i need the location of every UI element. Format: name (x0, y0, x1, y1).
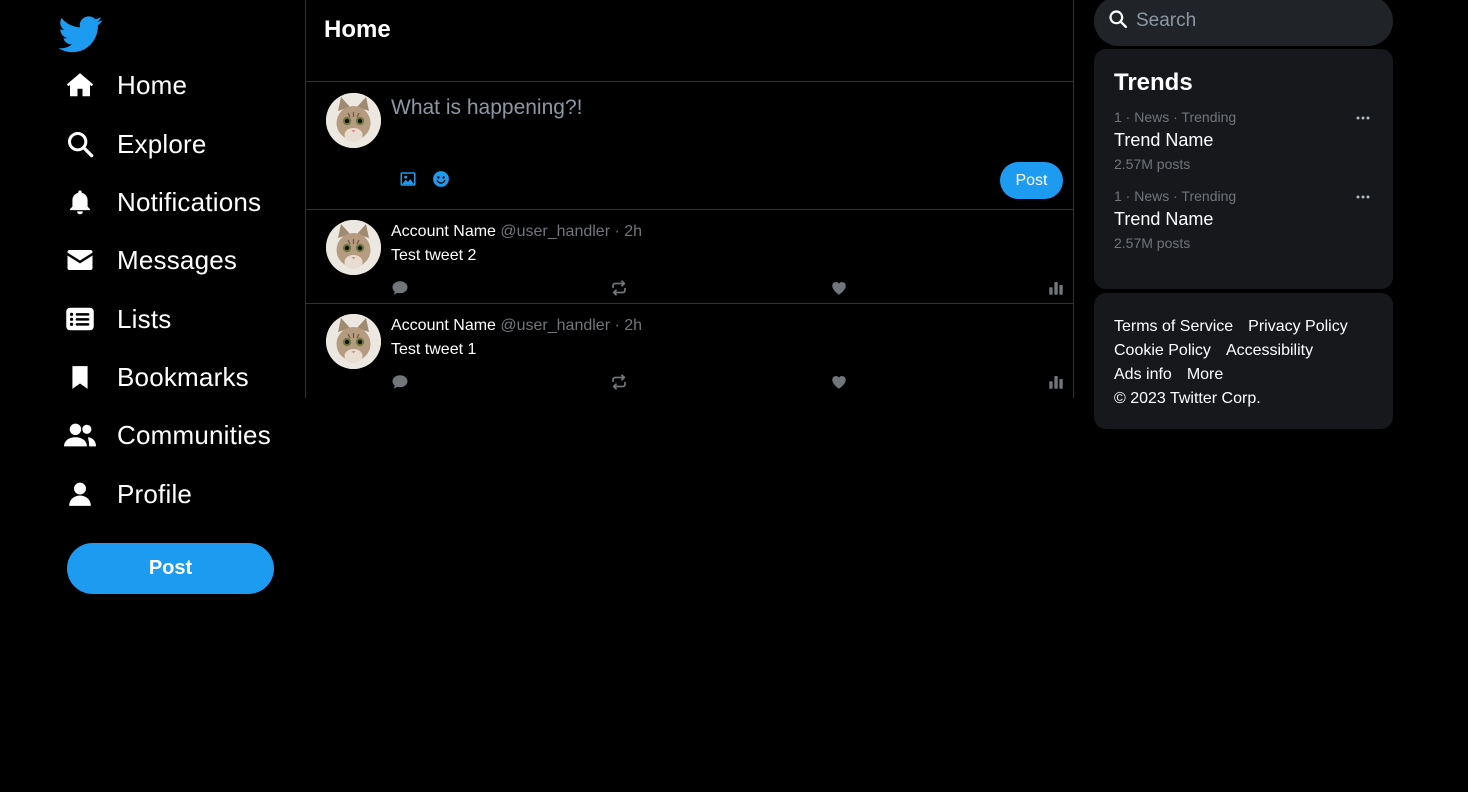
nav-label: Lists (117, 303, 172, 334)
trends-title: Trends (1114, 69, 1193, 96)
main-timeline: Home What is happening?! Post Account Na… (305, 0, 1074, 398)
compose-post-button[interactable]: Post (1000, 162, 1063, 199)
tweet-time[interactable]: 2h (624, 223, 642, 240)
app-root: Home Explore Notifications Messages List… (0, 0, 1468, 792)
tweet-time[interactable]: 2h (624, 317, 642, 334)
nav-label: Notifications (117, 186, 262, 217)
tweet-text: Test tweet 1 (391, 341, 477, 358)
avatar[interactable] (326, 220, 381, 275)
views-icon[interactable] (1047, 373, 1065, 391)
trend-item[interactable]: 1 · News · Trending Trend Name 2.57M pos… (1114, 109, 1373, 188)
search-input[interactable] (1136, 10, 1366, 32)
search-icon (1108, 9, 1128, 34)
terms-link[interactable]: Terms of Service (1114, 315, 1233, 339)
trend-item[interactable]: 1 · News · Trending Trend Name 2.57M pos… (1114, 188, 1373, 267)
home-icon (64, 69, 96, 101)
privacy-link[interactable]: Privacy Policy (1248, 315, 1348, 339)
timeline-header: Home (306, 0, 1073, 82)
account-handle[interactable]: @user_handler (500, 317, 610, 334)
avatar[interactable] (326, 93, 381, 148)
tweet-composer: Post (306, 82, 1073, 210)
nav-item-explore[interactable]: Explore (64, 122, 207, 166)
trend-meta: 1 · News · Trending (1114, 188, 1237, 204)
like-icon[interactable] (830, 279, 848, 297)
nav-item-messages[interactable]: Messages (64, 238, 237, 282)
nav-label: Bookmarks (117, 361, 249, 392)
list-icon (64, 303, 96, 335)
retweet-icon[interactable] (610, 373, 628, 391)
image-icon[interactable] (399, 170, 419, 190)
nav-label: Home (117, 69, 188, 100)
more-options-icon[interactable] (1353, 107, 1373, 123)
reply-icon[interactable] (391, 279, 409, 297)
separator: · (614, 223, 620, 240)
bookmark-icon (64, 361, 96, 393)
retweet-icon[interactable] (610, 279, 628, 297)
compose-input[interactable] (391, 96, 991, 120)
views-icon[interactable] (1047, 279, 1065, 297)
trend-name: Trend Name (1114, 130, 1214, 150)
reply-icon[interactable] (391, 373, 409, 391)
bell-icon (64, 186, 96, 218)
cat-avatar-icon (326, 220, 381, 275)
cookie-link[interactable]: Cookie Policy (1114, 339, 1211, 363)
nav-item-communities[interactable]: Communities (64, 413, 271, 457)
nav-item-notifications[interactable]: Notifications (64, 180, 261, 224)
tweet-meta: Account Name @user_handler · 2h (391, 223, 642, 241)
avatar[interactable] (326, 314, 381, 369)
user-icon (64, 478, 96, 510)
more-link[interactable]: More (1187, 363, 1223, 387)
cat-avatar-icon (326, 93, 381, 148)
tweet-meta: Account Name @user_handler · 2h (391, 317, 642, 335)
account-handle[interactable]: @user_handler (500, 223, 610, 240)
search-icon (64, 128, 96, 160)
tweet-text: Test tweet 2 (391, 247, 477, 264)
nav-label: Communities (117, 419, 271, 450)
search-box[interactable] (1094, 0, 1393, 46)
tweet-item[interactable]: Account Name @user_handler · 2h Test twe… (306, 304, 1073, 398)
nav-item-bookmarks[interactable]: Bookmarks (64, 355, 249, 399)
nav-item-home[interactable]: Home (64, 63, 187, 107)
envelope-icon (64, 244, 96, 276)
accessibility-link[interactable]: Accessibility (1226, 339, 1313, 363)
nav-item-lists[interactable]: Lists (64, 297, 171, 341)
trend-count: 2.57M posts (1114, 156, 1191, 172)
trends-panel: Trends 1 · News · Trending Trend Name 2.… (1094, 49, 1393, 289)
nav-item-profile[interactable]: Profile (64, 472, 192, 516)
separator: · (614, 317, 620, 334)
post-button[interactable]: Post (67, 543, 274, 594)
tweet-item[interactable]: Account Name @user_handler · 2h Test twe… (306, 210, 1073, 304)
nav-label: Messages (117, 244, 238, 275)
trend-meta: 1 · News · Trending (1114, 109, 1237, 125)
users-icon (64, 419, 96, 451)
nav-label: Profile (117, 478, 193, 509)
trend-count: 2.57M posts (1114, 235, 1191, 251)
nav-label: Explore (117, 128, 207, 159)
footer-panel: Terms of Service Privacy Policy Cookie P… (1094, 293, 1393, 429)
ads-info-link[interactable]: Ads info (1114, 363, 1172, 387)
copyright-text: © 2023 Twitter Corp. (1114, 390, 1261, 407)
account-name[interactable]: Account Name (391, 317, 496, 334)
twitter-bird-logo-icon[interactable] (56, 12, 106, 56)
page-title: Home (324, 16, 391, 43)
like-icon[interactable] (830, 373, 848, 391)
cat-avatar-icon (326, 314, 381, 369)
emoji-icon[interactable] (432, 170, 452, 190)
more-options-icon[interactable] (1353, 186, 1373, 202)
account-name[interactable]: Account Name (391, 223, 496, 240)
trend-name: Trend Name (1114, 209, 1214, 229)
